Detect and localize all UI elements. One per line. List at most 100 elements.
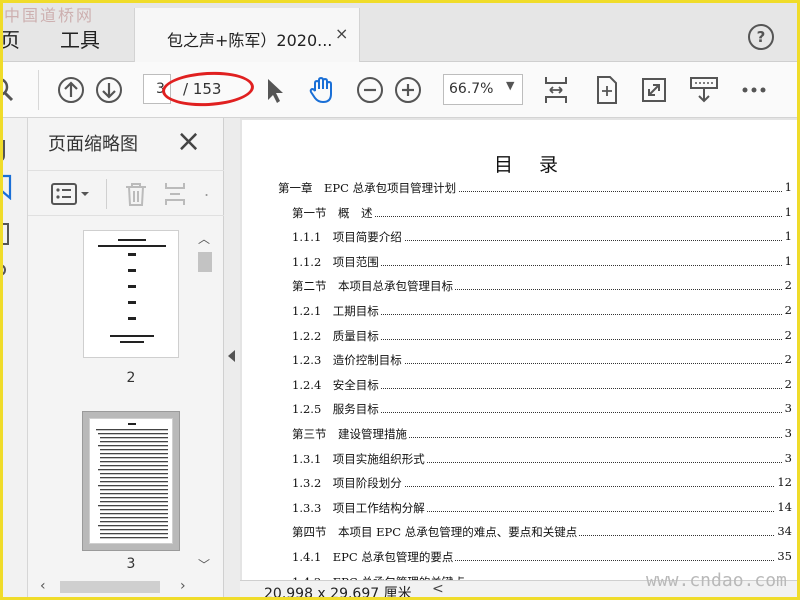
- more-icon[interactable]: [738, 74, 770, 106]
- zoom-out-icon[interactable]: [354, 74, 386, 106]
- help-icon[interactable]: ?: [748, 24, 774, 50]
- toc-entry[interactable]: 1.3.3 项目工作结构分解 14: [242, 499, 798, 516]
- thumbnail-label-3: 3: [126, 556, 136, 572]
- toc-entry-page: 14: [775, 499, 792, 514]
- thumbnail-content: [96, 423, 168, 539]
- toc-entry[interactable]: 第四节 本项目 EPC 总承包管理的难点、要点和关键点 34: [242, 524, 798, 541]
- zoom-select[interactable]: 66.7% ▼: [443, 74, 523, 105]
- scroll-left-icon[interactable]: ‹: [40, 578, 46, 594]
- extract-pages-icon[interactable]: [162, 180, 190, 208]
- left-rail: [0, 118, 28, 600]
- toc-entry[interactable]: 1.3.1 项目实施组织形式 3: [242, 450, 798, 467]
- panel-toolbar: .: [28, 170, 224, 216]
- page-up-icon[interactable]: [55, 74, 87, 106]
- thumbnails-panel: 页面缩略图 × . 2 3 ︿ ﹀ ‹ ›: [28, 118, 224, 600]
- collapse-panel-icon[interactable]: [228, 350, 235, 362]
- hscroll-thumb[interactable]: [60, 581, 160, 593]
- scroll-up-icon[interactable]: ︿: [198, 230, 210, 247]
- toc-entry[interactable]: 1.4.1 EPC 总承包管理的要点 35: [242, 549, 798, 565]
- panel-toolbar-separator: [106, 179, 107, 209]
- hand-icon[interactable]: [306, 74, 338, 106]
- chevron-down-icon: ▼: [506, 79, 515, 92]
- document-page: 目 录 第一章 EPC 总承包项目管理计划 1 第一节 概 述 1 1.1.1 项目简要…: [242, 120, 798, 600]
- thumbnail-page-3[interactable]: [89, 418, 173, 544]
- toc-entry[interactable]: 1.1.2 项目范围 1: [242, 253, 798, 270]
- scroll-thumb[interactable]: [198, 252, 212, 272]
- scroll-down-icon[interactable]: ﹀: [198, 556, 210, 573]
- thumbnail-hscrollbar[interactable]: ‹ ›: [36, 578, 196, 596]
- bookmark-icon[interactable]: [0, 174, 16, 200]
- attachment-icon[interactable]: [0, 138, 14, 162]
- toc-heading: 目 录: [493, 154, 569, 176]
- close-panel-icon[interactable]: ×: [176, 122, 201, 162]
- link-icon[interactable]: [0, 260, 14, 284]
- toc-entry-title: 1.3.2 项目阶段划分: [292, 475, 404, 492]
- toc-entry[interactable]: 1.2.2 质量目标 2: [242, 327, 798, 344]
- page-down-icon[interactable]: [93, 74, 125, 106]
- toc-entry[interactable]: 1.2.3 造价控制目标 2: [242, 352, 798, 369]
- thumbnail-label-2: 2: [126, 370, 136, 386]
- toc-entry-page: 3: [782, 450, 792, 465]
- toc-entry[interactable]: 1.2.4 安全目标 2: [242, 376, 798, 393]
- document-viewport[interactable]: 目 录 第一章 EPC 总承包项目管理计划 1 第一节 概 述 1 1.1.1 项目简要…: [240, 118, 800, 600]
- read-mode-icon[interactable]: [688, 74, 720, 106]
- pages-icon[interactable]: [0, 222, 14, 248]
- toc-entry-page: 34: [775, 524, 792, 539]
- toc-entry-page: 35: [775, 549, 792, 563]
- chevron-left-icon[interactable]: <: [432, 581, 444, 597]
- toc-entry[interactable]: 1.3.2 项目阶段划分 12: [242, 475, 798, 492]
- toc-entry-title: 1.4.1 EPC 总承包管理的要点: [292, 549, 456, 565]
- close-tab-icon[interactable]: ×: [335, 24, 348, 43]
- page-size-label: 20.998 x 29.697 厘米: [264, 586, 412, 600]
- zoom-value: 66.7%: [449, 81, 494, 97]
- toc-entry-page: 2: [782, 278, 792, 293]
- toc-entry-page: 3: [782, 401, 792, 416]
- thumbnail-options-icon[interactable]: [50, 181, 92, 207]
- toc-entry-page: 2: [782, 303, 792, 317]
- toc-entry[interactable]: 第三节 建设管理措施 3: [242, 426, 798, 442]
- fullscreen-icon[interactable]: [638, 74, 670, 106]
- panel-title: 页面缩略图: [48, 134, 138, 155]
- toc-entry-page: 1: [782, 180, 792, 194]
- panel-splitter[interactable]: [224, 118, 240, 600]
- toc-entry[interactable]: 第一节 概 述 1: [242, 204, 798, 221]
- zoom-in-icon[interactable]: [392, 74, 424, 106]
- toc-entry-title: 1.2.5 服务目标: [292, 401, 381, 418]
- toc-entry-page: 2: [782, 352, 792, 367]
- watermark-bottom: www.cndao.com: [646, 570, 787, 591]
- toc-entry-page: 12: [775, 475, 792, 490]
- select-arrow-icon[interactable]: [258, 74, 290, 106]
- tab-home[interactable]: 主页: [0, 24, 20, 53]
- toc-entry[interactable]: 1.2.1 工期目标 2: [242, 303, 798, 319]
- toc-entry[interactable]: 第一章 EPC 总承包项目管理计划 1: [242, 180, 798, 196]
- toolbar: 3 / 153 66.7% ▼: [0, 62, 800, 118]
- toc-entry[interactable]: 1.2.5 服务目标 3: [242, 401, 798, 418]
- toc-entry-page: 1: [782, 204, 792, 219]
- toc-entry-title: 第三节 建设管理措施: [292, 426, 409, 442]
- toc-entry-title: 1.2.4 安全目标: [292, 376, 381, 393]
- toc-entry-title: 第一节 概 述: [292, 204, 375, 221]
- rotate-fit-icon[interactable]: [590, 74, 622, 106]
- scroll-right-icon[interactable]: ›: [180, 578, 186, 594]
- toc-entry-title: 第二节 本项目总承包管理目标: [292, 278, 455, 295]
- trash-icon[interactable]: [122, 180, 150, 208]
- tab-document[interactable]: 包之声+陈军）2020... ×: [134, 8, 360, 63]
- tab-tools[interactable]: 工具: [60, 24, 100, 53]
- toc-entry-page: 2: [782, 376, 792, 391]
- thumbnail-scrollbar[interactable]: ︿ ﹀: [196, 230, 214, 578]
- thumbnail-page-2[interactable]: [83, 230, 179, 358]
- panel-more-icon[interactable]: .: [204, 181, 209, 200]
- annotation-oval: [161, 69, 255, 109]
- toc-entry[interactable]: 1.1.1 项目简要介绍 1: [242, 229, 798, 246]
- toc-entry-title: 1.2.1 工期目标: [292, 303, 381, 319]
- search-icon[interactable]: [0, 74, 18, 106]
- toolbar-separator: [38, 70, 39, 110]
- fit-page-icon[interactable]: [540, 74, 572, 106]
- toc-entry-title: 第一章 EPC 总承包项目管理计划: [278, 180, 459, 196]
- toc-entry-title: 1.3.1 项目实施组织形式: [292, 450, 427, 467]
- toc-entry[interactable]: 第二节 本项目总承包管理目标 2: [242, 278, 798, 295]
- toc-entry-page: 1: [782, 253, 792, 268]
- toc-entry-title: 1.2.2 质量目标: [292, 327, 381, 344]
- toc-entry-title: 1.1.2 项目范围: [292, 253, 381, 270]
- thumbnail-content: [98, 239, 166, 343]
